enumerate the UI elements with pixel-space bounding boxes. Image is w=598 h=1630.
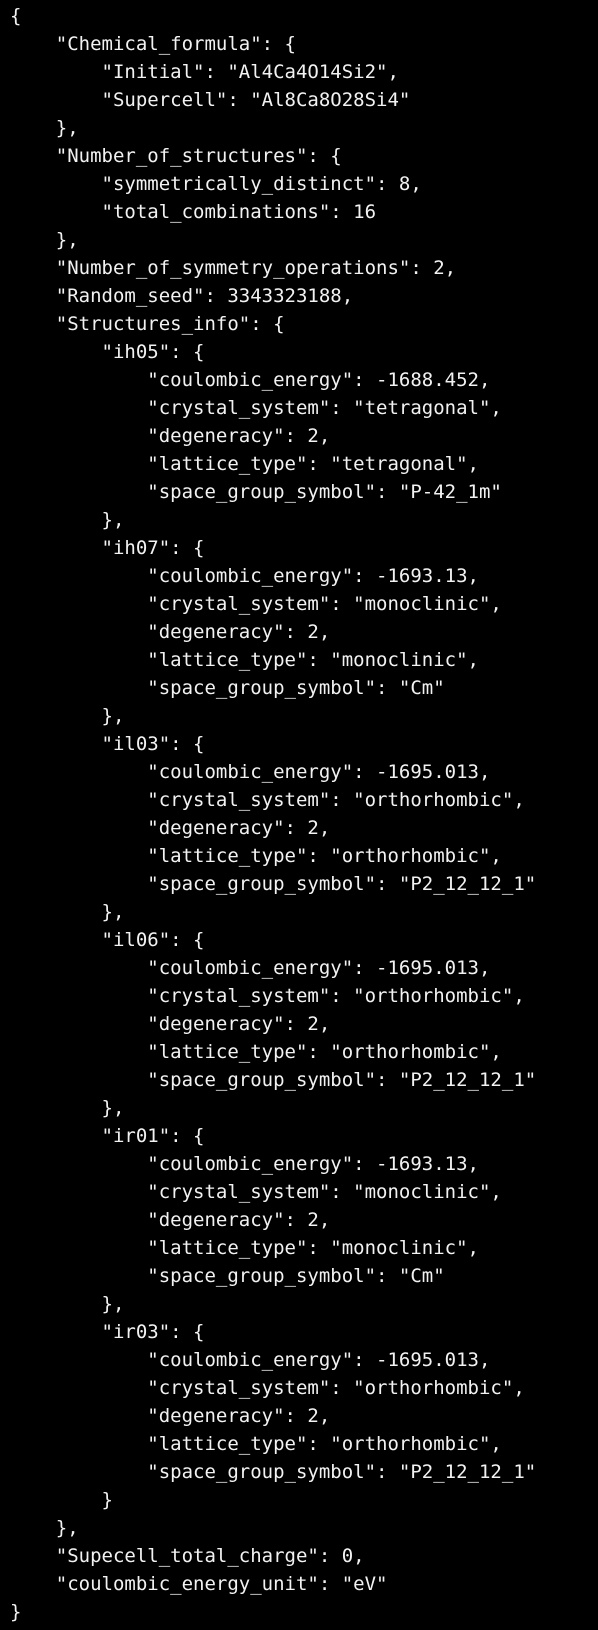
json-line: }: [10, 1601, 22, 1623]
json-line: "coulombic_energy": -1695.013,: [10, 1349, 491, 1371]
json-output: { "Chemical_formula": { "Initial": "Al4C…: [10, 2, 598, 1626]
json-line: "space_group_symbol": "Cm": [10, 1265, 445, 1287]
json-line: "degeneracy": 2,: [10, 425, 331, 447]
json-line: "space_group_symbol": "P2_12_12_1": [10, 1461, 537, 1483]
json-line: "coulombic_energy": -1695.013,: [10, 761, 491, 783]
json-line: "lattice_type": "monoclinic",: [10, 649, 479, 671]
json-line: "Initial": "Al4Ca4O14Si2",: [10, 61, 399, 83]
json-line: "lattice_type": "orthorhombic",: [10, 1433, 502, 1455]
json-line: "ih07": {: [10, 537, 205, 559]
json-line: "symmetrically_distinct": 8,: [10, 173, 422, 195]
json-line: "ir01": {: [10, 1125, 205, 1147]
json-line: "crystal_system": "monoclinic",: [10, 1181, 502, 1203]
json-line: "total_combinations": 16: [10, 201, 377, 223]
json-line: },: [10, 1097, 125, 1119]
json-line: "Number_of_symmetry_operations": 2,: [10, 257, 457, 279]
json-line: "il03": {: [10, 733, 205, 755]
json-line: {: [10, 5, 22, 27]
json-line: "space_group_symbol": "P2_12_12_1": [10, 1069, 537, 1091]
json-line: },: [10, 509, 125, 531]
json-line: "coulombic_energy": -1693.13,: [10, 1153, 479, 1175]
json-line: }: [10, 1489, 113, 1511]
json-line: "Random_seed": 3343323188,: [10, 285, 354, 307]
json-line: "crystal_system": "monoclinic",: [10, 593, 502, 615]
json-line: "coulombic_energy_unit": "eV": [10, 1573, 388, 1595]
json-line: "Structures_info": {: [10, 313, 285, 335]
json-line: "Supercell": "Al8Ca8O28Si4": [10, 89, 411, 111]
json-line: "crystal_system": "orthorhombic",: [10, 789, 525, 811]
json-line: "coulombic_energy": -1693.13,: [10, 565, 479, 587]
json-line: "crystal_system": "orthorhombic",: [10, 985, 525, 1007]
json-line: "degeneracy": 2,: [10, 1209, 331, 1231]
json-line: "lattice_type": "orthorhombic",: [10, 845, 502, 867]
json-line: "Supecell_total_charge": 0,: [10, 1545, 365, 1567]
json-line: "Number_of_structures": {: [10, 145, 342, 167]
json-line: "coulombic_energy": -1688.452,: [10, 369, 491, 391]
json-line: "degeneracy": 2,: [10, 817, 331, 839]
json-line: "space_group_symbol": "P2_12_12_1": [10, 873, 537, 895]
json-line: },: [10, 705, 125, 727]
json-line: },: [10, 1293, 125, 1315]
json-line: "space_group_symbol": "P-42_1m": [10, 481, 502, 503]
json-line: "lattice_type": "orthorhombic",: [10, 1041, 502, 1063]
json-line: },: [10, 229, 79, 251]
json-line: "degeneracy": 2,: [10, 621, 331, 643]
json-line: "ir03": {: [10, 1321, 205, 1343]
json-line: },: [10, 1517, 79, 1539]
json-line: "crystal_system": "tetragonal",: [10, 397, 502, 419]
json-line: "lattice_type": "monoclinic",: [10, 1237, 479, 1259]
json-line: "crystal_system": "orthorhombic",: [10, 1377, 525, 1399]
json-line: "ih05": {: [10, 341, 205, 363]
json-line: "degeneracy": 2,: [10, 1405, 331, 1427]
json-line: },: [10, 117, 79, 139]
json-line: "coulombic_energy": -1695.013,: [10, 957, 491, 979]
json-line: "Chemical_formula": {: [10, 33, 296, 55]
json-line: "degeneracy": 2,: [10, 1013, 331, 1035]
json-line: },: [10, 901, 125, 923]
json-line: "il06": {: [10, 929, 205, 951]
json-line: "lattice_type": "tetragonal",: [10, 453, 479, 475]
json-line: "space_group_symbol": "Cm": [10, 677, 445, 699]
